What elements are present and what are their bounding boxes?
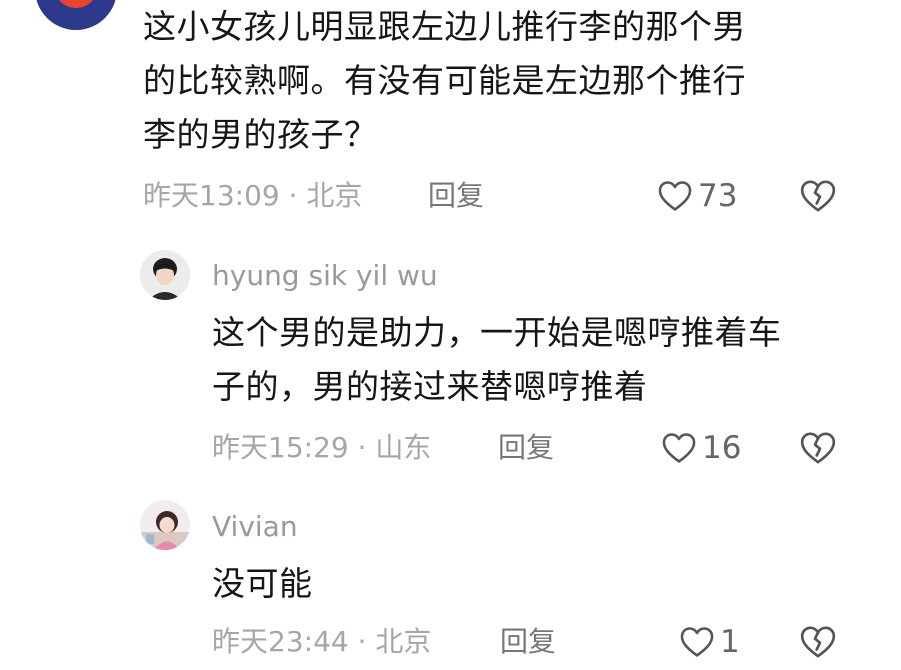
reply-button[interactable]: 回复 bbox=[498, 430, 554, 466]
like-count: 1 bbox=[720, 624, 740, 660]
like-button[interactable]: 73 bbox=[656, 176, 737, 216]
comment-timestamp-location: 昨天13:09 · 北京 bbox=[143, 179, 363, 212]
heart-outline-icon bbox=[680, 627, 714, 657]
reply-button[interactable]: 回复 bbox=[428, 178, 484, 214]
reply-avatar[interactable] bbox=[140, 500, 190, 550]
reply-timestamp-location: 昨天23:44 · 北京 bbox=[212, 625, 432, 658]
heart-outline-icon bbox=[658, 181, 692, 211]
comment-text-line: 李的男的孩子？ bbox=[143, 115, 378, 154]
like-button[interactable]: 16 bbox=[660, 428, 741, 468]
like-count: 16 bbox=[702, 430, 742, 466]
like-button[interactable]: 1 bbox=[678, 622, 740, 662]
reply-avatar[interactable] bbox=[140, 250, 190, 300]
like-count: 73 bbox=[698, 178, 738, 214]
broken-heart-icon bbox=[800, 626, 836, 658]
reply-username[interactable]: Vivian bbox=[212, 509, 298, 545]
comment-text-line: 这小女孩儿明显跟左边儿推行李的那个男 bbox=[143, 7, 746, 46]
reply-button[interactable]: 回复 bbox=[500, 624, 556, 660]
dislike-button[interactable] bbox=[798, 622, 838, 662]
reply-text-line: 没可能 bbox=[212, 564, 313, 603]
dislike-button[interactable] bbox=[798, 176, 838, 216]
broken-heart-icon bbox=[800, 432, 836, 464]
reply-text-line: 子的，男的接过来替嗯哼推着 bbox=[212, 367, 648, 406]
reply-username[interactable]: hyung sik yil wu bbox=[212, 258, 438, 294]
dislike-button[interactable] bbox=[798, 428, 838, 468]
heart-outline-icon bbox=[662, 433, 696, 463]
comment-text-line: 的比较熟啊。有没有可能是左边那个推行 bbox=[143, 61, 746, 100]
reply-timestamp-location: 昨天15:29 · 山东 bbox=[212, 431, 432, 464]
commenter-avatar[interactable] bbox=[35, 0, 117, 30]
reply-text-line: 这个男的是助力，一开始是嗯哼推着车 bbox=[212, 313, 782, 352]
broken-heart-icon bbox=[800, 180, 836, 212]
